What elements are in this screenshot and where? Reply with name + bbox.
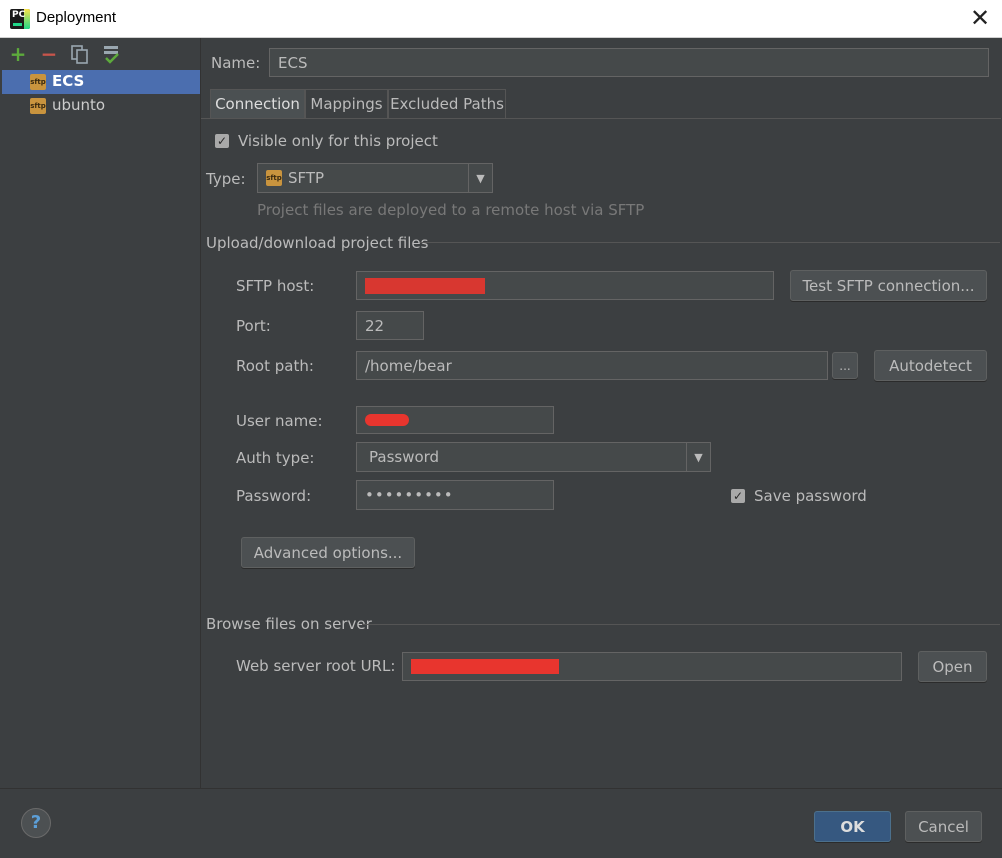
pycharm-logo-icon: PC bbox=[10, 9, 30, 29]
sftp-host-input[interactable] bbox=[356, 271, 774, 300]
user-name-input[interactable] bbox=[356, 406, 554, 434]
tabs-divider bbox=[201, 118, 1001, 119]
auth-type-select[interactable]: Password ▼ bbox=[356, 442, 711, 472]
port-label: Port: bbox=[236, 317, 271, 335]
dropdown-arrow-icon: ▼ bbox=[686, 443, 710, 471]
close-icon[interactable]: ✕ bbox=[966, 4, 994, 32]
window-title: Deployment bbox=[36, 9, 117, 26]
tab-excluded-paths[interactable]: Excluded Paths bbox=[388, 89, 506, 118]
sftp-icon: sftp bbox=[30, 74, 46, 90]
dropdown-arrow-icon: ▼ bbox=[468, 164, 492, 192]
web-server-root-url-label: Web server root URL: bbox=[236, 657, 396, 675]
type-label: Type: bbox=[206, 170, 246, 188]
sftp-host-label: SFTP host: bbox=[236, 277, 315, 295]
server-label: ECS bbox=[52, 72, 85, 90]
upload-section-title: Upload/download project files bbox=[206, 234, 429, 252]
root-path-label: Root path: bbox=[236, 357, 314, 375]
test-sftp-connection-button[interactable]: Test SFTP connection... bbox=[790, 270, 987, 301]
sftp-icon: sftp bbox=[266, 170, 282, 186]
password-label: Password: bbox=[236, 487, 312, 505]
sftp-icon: sftp bbox=[30, 98, 46, 114]
save-password-checkbox[interactable]: ✓ bbox=[731, 489, 745, 503]
tab-mappings[interactable]: Mappings bbox=[305, 89, 388, 118]
autodetect-button[interactable]: Autodetect bbox=[874, 350, 987, 381]
web-server-root-url-input[interactable] bbox=[402, 652, 902, 681]
redaction-mark bbox=[365, 277, 485, 294]
redaction-mark bbox=[411, 659, 559, 674]
auth-type-value: Password bbox=[369, 448, 440, 466]
server-item-ubunto[interactable]: sftp ubunto bbox=[2, 94, 200, 118]
remove-icon[interactable]: − bbox=[39, 44, 59, 64]
redaction-mark bbox=[365, 414, 409, 426]
footer-divider bbox=[0, 788, 1002, 789]
upload-section-divider bbox=[420, 242, 1000, 243]
help-icon[interactable]: ? bbox=[21, 808, 51, 838]
name-label: Name: bbox=[211, 54, 261, 72]
advanced-options-button[interactable]: Advanced options... bbox=[241, 537, 415, 568]
password-input[interactable]: ••••••••• bbox=[356, 480, 554, 510]
cancel-button[interactable]: Cancel bbox=[905, 811, 982, 842]
add-icon[interactable]: + bbox=[8, 44, 28, 64]
type-select[interactable]: sftp SFTP ▼ bbox=[257, 163, 493, 193]
browse-button[interactable]: ... bbox=[832, 352, 858, 379]
server-list-panel bbox=[0, 38, 201, 788]
title-bar bbox=[0, 0, 1002, 38]
browse-section-divider bbox=[362, 624, 1000, 625]
visible-only-checkbox[interactable]: ✓ bbox=[215, 134, 229, 148]
tab-connection[interactable]: Connection bbox=[210, 89, 305, 118]
port-input[interactable]: 22 bbox=[356, 311, 424, 340]
root-path-input[interactable]: /home/bear bbox=[356, 351, 828, 380]
copy-icon[interactable] bbox=[71, 45, 89, 64]
user-name-label: User name: bbox=[236, 412, 323, 430]
auth-type-label: Auth type: bbox=[236, 449, 315, 467]
ok-button[interactable]: OK bbox=[814, 811, 891, 842]
open-button[interactable]: Open bbox=[918, 651, 987, 682]
browse-section-title: Browse files on server bbox=[206, 615, 372, 633]
server-label: ubunto bbox=[52, 96, 106, 114]
type-value: SFTP bbox=[288, 169, 325, 187]
visible-only-label: Visible only for this project bbox=[238, 132, 438, 150]
type-hint: Project files are deployed to a remote h… bbox=[257, 201, 645, 219]
save-password-label: Save password bbox=[754, 487, 867, 505]
set-default-icon[interactable] bbox=[102, 45, 122, 65]
name-input[interactable]: ECS bbox=[269, 48, 989, 77]
server-item-ecs[interactable]: sftp ECS bbox=[2, 70, 200, 94]
